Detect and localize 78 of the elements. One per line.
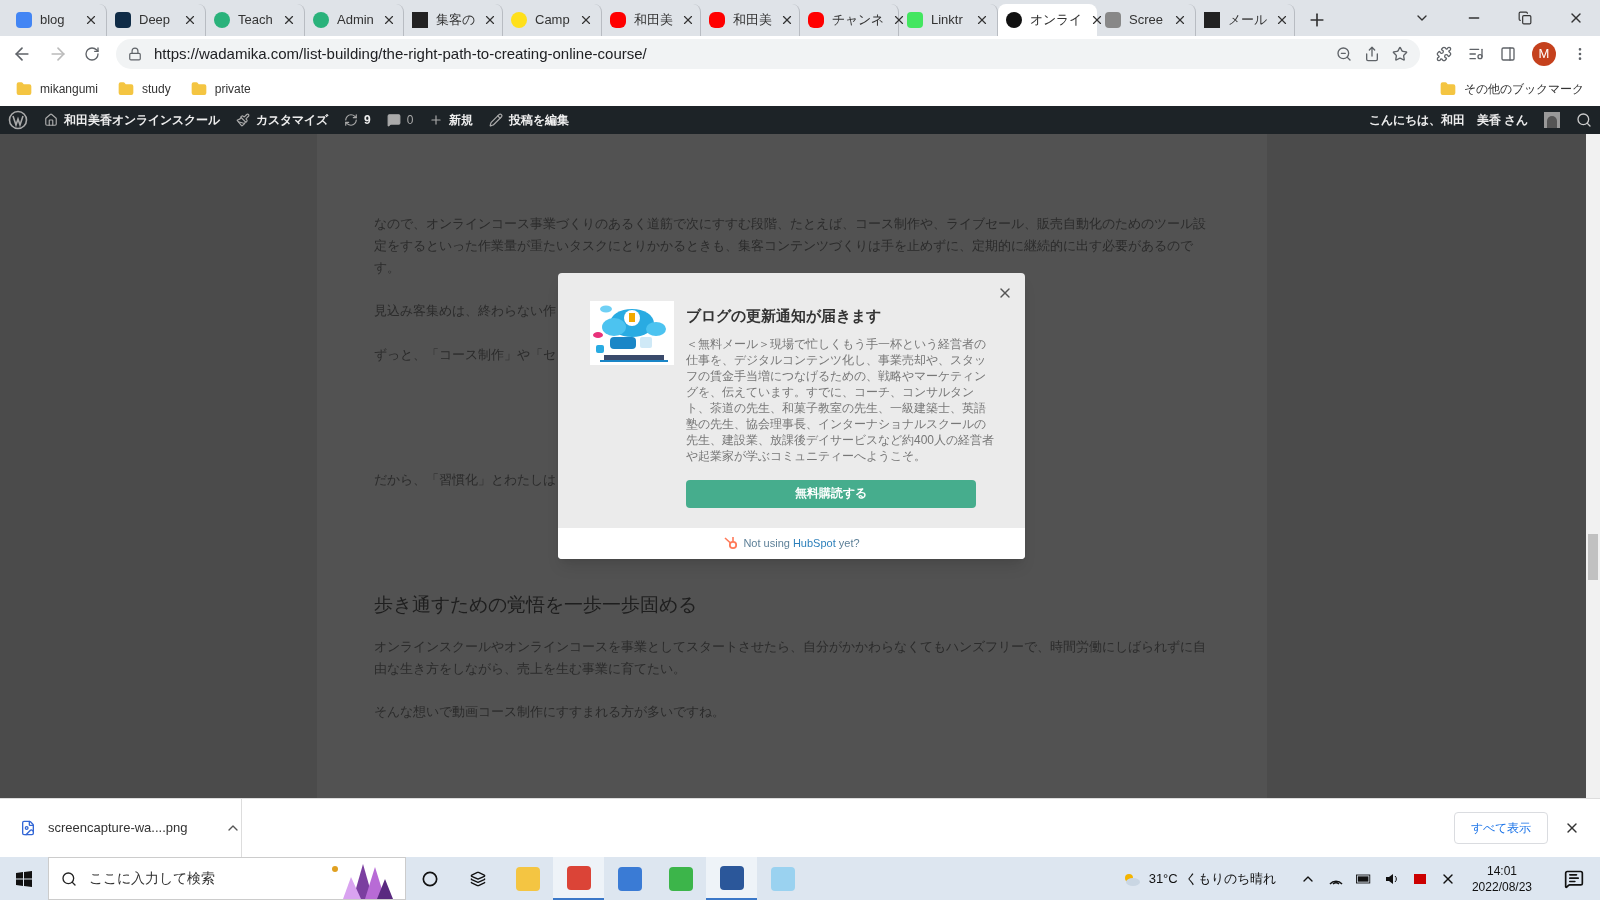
close-icon[interactable]	[1173, 13, 1187, 27]
comment-icon	[386, 113, 401, 127]
site-icon	[1006, 12, 1022, 28]
site-icon	[16, 12, 32, 28]
task-view-icon[interactable]	[470, 870, 486, 887]
show-all-button[interactable]: すべて表示	[1454, 812, 1548, 844]
profile-avatar[interactable]: M	[1532, 42, 1556, 66]
hubspot-icon	[723, 535, 740, 551]
close-icon[interactable]	[681, 13, 695, 27]
site-icon	[1105, 12, 1121, 28]
close-icon[interactable]	[483, 13, 497, 27]
site-link[interactable]: 和田美香オンラインスクール	[44, 111, 220, 129]
close-icon[interactable]	[1275, 13, 1289, 27]
file-icon	[20, 820, 36, 836]
greeting-link[interactable]: こんにちは、和田 美香 さん	[1368, 111, 1528, 129]
hubspot-link[interactable]: Not using HubSpot yet?	[743, 534, 860, 552]
site-icon	[214, 12, 230, 28]
edit-post-link[interactable]: 投稿を編集	[489, 111, 570, 129]
customize-link[interactable]: カスタマイズ	[236, 111, 328, 129]
folder-icon	[1440, 81, 1456, 97]
close-icon[interactable]	[780, 13, 794, 27]
share-icon[interactable]	[1364, 46, 1380, 62]
close-icon[interactable]	[975, 13, 989, 27]
restore-icon[interactable]	[1518, 11, 1532, 25]
site-icon	[313, 12, 329, 28]
site-icon	[709, 12, 725, 28]
battery-icon[interactable]	[1355, 872, 1372, 885]
lock-icon	[128, 47, 142, 61]
bookmark[interactable]: study	[118, 80, 171, 98]
close-icon[interactable]	[1090, 13, 1104, 27]
cortana-icon[interactable]	[422, 870, 438, 887]
folder-icon	[190, 81, 207, 97]
address-field[interactable]: https://wadamika.com/list-building/the-right-path-to-creating-online-course/	[116, 39, 1420, 69]
close-icon[interactable]	[282, 13, 296, 27]
bookmark[interactable]: mikangumi	[16, 80, 99, 98]
dialog-title: ブログの更新通知が届きます	[686, 306, 882, 326]
taskbar-search-field[interactable]: ここに入力して検索	[48, 857, 406, 900]
site-icon	[412, 12, 428, 28]
windows-start-icon[interactable]	[16, 870, 32, 887]
zoom-icon[interactable]	[1336, 46, 1352, 62]
new-link[interactable]: 新規	[429, 111, 474, 129]
url-text: https://wadamika.com/list-building/the-right-path-to-creating-online-course/	[154, 43, 648, 64]
plus-icon	[429, 113, 444, 127]
close-icon[interactable]	[84, 13, 98, 27]
pencil-icon	[489, 113, 504, 127]
media-icon[interactable]	[1468, 46, 1484, 62]
reload-icon[interactable]	[84, 46, 100, 62]
site-icon	[1204, 12, 1220, 28]
brush-icon	[236, 113, 250, 127]
folder-icon	[118, 81, 135, 97]
search-icon	[61, 870, 77, 887]
search-icon[interactable]	[1576, 112, 1592, 128]
folder-icon	[16, 81, 32, 97]
weather-text[interactable]: 31°C くもりのち晴れ	[1148, 868, 1276, 889]
clock[interactable]: 14:01 2022/08/23	[1471, 862, 1532, 895]
user-avatar[interactable]	[1544, 112, 1560, 128]
close-icon[interactable]	[579, 13, 593, 27]
taskbar-app-icon[interactable]	[553, 857, 604, 900]
taskbar-app-icon[interactable]	[706, 857, 757, 900]
dialog-description: ＜無料メール＞現場で忙しくもう手一杯という経営者の仕事を、デジタルコンテンツ化し、事業売却や、スタッフの賃金手当増につなげるための、戦略やマーケティングを、伝えています。すでに、コーチ、コンサルタント、茶道の先生、和菓子教室の先生、一級建築士、英語塾の先生、協会理事長、インターナショナルスクールの先生、建設業、放課後デイサービスなど約400人の経営者や起業家が学ぶコミュニティーへようこそ。	[686, 335, 996, 464]
bookmark[interactable]: その他のブックマーク	[1440, 80, 1584, 98]
site-icon	[115, 12, 131, 28]
star-icon[interactable]	[1392, 46, 1408, 62]
close-icon[interactable]	[892, 13, 906, 27]
updates-link[interactable]: 9	[344, 111, 371, 129]
site-icon	[907, 12, 923, 28]
site-icon	[610, 12, 626, 28]
extensions-icon[interactable]	[1436, 46, 1452, 62]
home-icon	[44, 113, 58, 127]
wordpress-icon[interactable]	[8, 110, 28, 130]
notifications-icon[interactable]	[1564, 868, 1584, 889]
close-icon[interactable]	[183, 13, 197, 27]
site-icon	[808, 12, 824, 28]
comments-link[interactable]: 0	[386, 111, 414, 129]
side-panel-icon[interactable]	[1500, 46, 1516, 62]
site-icon	[511, 12, 527, 28]
bookmark[interactable]: private	[190, 80, 251, 98]
updates-icon	[344, 113, 358, 127]
